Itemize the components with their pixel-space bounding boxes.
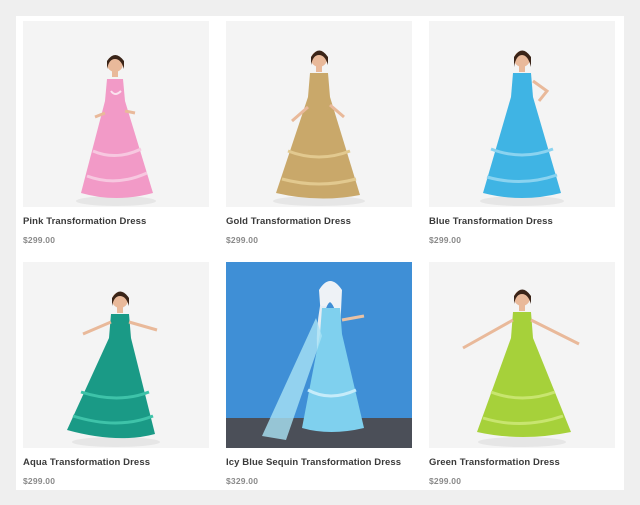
product-title[interactable]: Gold Transformation Dress [226,216,412,227]
product-grid: Pink Transformation Dress $299.00 Gold T… [16,16,624,490]
product-title[interactable]: Green Transformation Dress [429,457,615,468]
product-price: $299.00 [23,235,56,245]
product-price: $329.00 [226,476,259,486]
icy-blue-dress-photo [226,262,412,448]
product-title[interactable]: Icy Blue Sequin Transformation Dress [226,457,412,468]
product-price: $299.00 [226,235,259,245]
gold-dress-photo [226,21,412,207]
product-card[interactable]: Pink Transformation Dress $299.00 [23,21,209,245]
product-card[interactable]: Gold Transformation Dress $299.00 [226,21,412,245]
product-title[interactable]: Blue Transformation Dress [429,216,615,227]
product-card[interactable]: Blue Transformation Dress $299.00 [429,21,615,245]
aqua-dress-photo [23,262,209,448]
pink-dress-photo [23,21,209,207]
product-image[interactable] [429,262,615,448]
product-image[interactable] [226,21,412,207]
product-price: $299.00 [429,476,462,486]
blue-dress-photo [429,21,615,207]
product-image[interactable] [23,262,209,448]
product-price: $299.00 [23,476,56,486]
product-card[interactable]: Green Transformation Dress $299.00 [429,262,615,486]
product-title[interactable]: Pink Transformation Dress [23,216,209,227]
product-image[interactable] [226,262,412,448]
product-card[interactable]: Aqua Transformation Dress $299.00 [23,262,209,486]
product-image[interactable] [429,21,615,207]
product-image[interactable] [23,21,209,207]
product-title[interactable]: Aqua Transformation Dress [23,457,209,468]
green-dress-photo [429,262,615,448]
product-price: $299.00 [429,235,462,245]
product-card[interactable]: Icy Blue Sequin Transformation Dress $32… [226,262,412,486]
